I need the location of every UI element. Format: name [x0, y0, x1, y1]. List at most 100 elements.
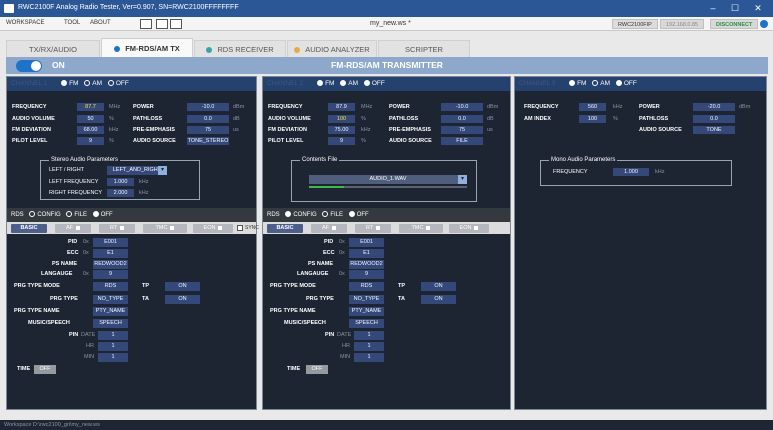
- rds-tab-rt[interactable]: RT: [355, 224, 391, 233]
- ta-toggle[interactable]: ON: [421, 295, 456, 304]
- pilot-level-input[interactable]: 9: [77, 137, 104, 145]
- toolbar-icon-1[interactable]: [140, 19, 152, 29]
- ta-toggle[interactable]: ON: [165, 295, 200, 304]
- prg-type-input[interactable]: NO_TYPE: [349, 295, 384, 304]
- tab-tx-rx-audio[interactable]: TX/RX/AUDIO: [6, 40, 100, 57]
- ecc-label: ECC: [323, 250, 335, 256]
- frequency-input[interactable]: 87.9: [328, 103, 355, 111]
- tab-rds-receiver[interactable]: RDS RECEIVER: [194, 40, 286, 57]
- music-speech-input[interactable]: SPEECH: [349, 319, 384, 328]
- audio-source-input[interactable]: FILE: [441, 137, 483, 145]
- time-toggle[interactable]: OFF: [34, 365, 56, 374]
- pre-emphasis-input[interactable]: 75: [187, 126, 229, 134]
- pid-input[interactable]: E001: [93, 238, 128, 247]
- rds-off-radio[interactable]: [348, 211, 355, 218]
- language-input[interactable]: 9: [93, 270, 128, 279]
- rds-file-radio[interactable]: [66, 211, 73, 218]
- tp-toggle[interactable]: ON: [165, 282, 200, 291]
- power-input[interactable]: -10.0: [187, 103, 229, 111]
- audio-volume-input[interactable]: 50: [77, 115, 104, 123]
- mode-am-radio[interactable]: [340, 80, 347, 87]
- pre-emphasis-input[interactable]: 75: [441, 126, 483, 134]
- ecc-hex-prefix: 0x: [83, 250, 89, 256]
- pin-date-input[interactable]: 1: [354, 331, 384, 340]
- audio-source-input[interactable]: TONE_STEREO: [187, 137, 229, 145]
- audio-file-select[interactable]: AUDIO_1.WAV ▾: [309, 175, 467, 184]
- pin-date-input[interactable]: 1: [98, 331, 128, 340]
- mode-am-radio[interactable]: [592, 80, 599, 87]
- pilot-level-input[interactable]: 9: [328, 137, 355, 145]
- tp-toggle[interactable]: ON: [421, 282, 456, 291]
- rds-config-radio[interactable]: [29, 211, 36, 218]
- tab-status-icon: [114, 46, 121, 53]
- left-frequency-input[interactable]: 1.000: [107, 178, 134, 186]
- pin-min-input[interactable]: 1: [98, 353, 128, 362]
- maximize-button[interactable]: ☐: [726, 2, 744, 15]
- power-input[interactable]: -10.0: [441, 103, 483, 111]
- mode-fm-radio[interactable]: [569, 80, 576, 87]
- rds-tab-eon[interactable]: EON: [193, 224, 233, 233]
- pin-min-input[interactable]: 1: [354, 353, 384, 362]
- pathloss-input[interactable]: 0.0: [693, 115, 735, 123]
- language-input[interactable]: 9: [349, 270, 384, 279]
- rds-tab-basic[interactable]: BASIC: [11, 224, 47, 233]
- sync-checkbox[interactable]: [237, 225, 243, 231]
- toolbar-icon-2[interactable]: [156, 19, 168, 29]
- rds-tab-tmc[interactable]: TMC: [399, 224, 443, 233]
- rds-tab-af[interactable]: AF: [311, 224, 347, 233]
- prg-type-name-input[interactable]: PTY_NAME: [93, 307, 128, 316]
- menu-tool[interactable]: TOOL: [64, 20, 80, 26]
- fm-deviation-input[interactable]: 68.00: [77, 126, 104, 134]
- rds-tab-rt[interactable]: RT: [99, 224, 135, 233]
- pin-hr-input[interactable]: 1: [98, 342, 128, 351]
- fm-deviation-input[interactable]: 75.00: [328, 126, 355, 134]
- am-index-input[interactable]: 100: [579, 115, 606, 123]
- disconnect-button[interactable]: DISCONNECT: [710, 19, 759, 29]
- rds-file-radio[interactable]: [322, 211, 329, 218]
- power-input[interactable]: -20.0: [693, 103, 735, 111]
- frequency-input[interactable]: 560: [579, 103, 606, 111]
- mode-off-radio[interactable]: [615, 80, 622, 87]
- pin-hr-input[interactable]: 1: [354, 342, 384, 351]
- rds-config-radio[interactable]: [285, 211, 292, 218]
- tab-fm-rds-am-tx[interactable]: FM-RDS/AM TX: [101, 38, 193, 57]
- frequency-input[interactable]: 87.7: [77, 103, 104, 111]
- mode-fm-radio[interactable]: [317, 80, 324, 87]
- prg-type-mode-label: PRG TYPE MODE: [270, 283, 316, 289]
- time-toggle[interactable]: OFF: [306, 365, 328, 374]
- tab-audio-analyzer[interactable]: AUDIO ANALYZER: [287, 40, 377, 57]
- right-frequency-input[interactable]: 2.000: [107, 189, 134, 197]
- close-button[interactable]: ✕: [749, 2, 767, 15]
- pid-input[interactable]: E001: [349, 238, 384, 247]
- left-right-select[interactable]: LEFT_AND_RIGHT ▾: [107, 166, 167, 175]
- minimize-button[interactable]: –: [704, 2, 722, 15]
- prg-type-mode-input[interactable]: RDS: [93, 282, 128, 291]
- prg-type-mode-input[interactable]: RDS: [349, 282, 384, 291]
- audio-source-input[interactable]: TONE: [693, 126, 735, 134]
- prg-type-name-input[interactable]: PTY_NAME: [349, 307, 384, 316]
- fm-deviation-label: FM DEVIATION: [12, 127, 52, 133]
- prg-type-input[interactable]: NO_TYPE: [93, 295, 128, 304]
- mode-fm-radio[interactable]: [61, 80, 68, 87]
- menu-about[interactable]: ABOUT: [90, 20, 111, 26]
- pathloss-input[interactable]: 0.0: [441, 115, 483, 123]
- ps-name-input[interactable]: REDWOOD2: [349, 260, 384, 269]
- mono-frequency-input[interactable]: 1.000: [613, 168, 649, 176]
- rds-off-radio[interactable]: [92, 211, 99, 218]
- rds-tab-eon[interactable]: EON: [449, 224, 489, 233]
- ps-name-input[interactable]: REDWOOD2: [93, 260, 128, 269]
- rds-tab-basic[interactable]: BASIC: [267, 224, 303, 233]
- mode-off-radio[interactable]: [363, 80, 370, 87]
- audio-volume-input[interactable]: 100: [328, 115, 355, 123]
- menu-workspace[interactable]: WORKSPACE: [6, 20, 45, 26]
- rds-tab-tmc[interactable]: TMC: [143, 224, 187, 233]
- ecc-input[interactable]: E1: [93, 249, 128, 258]
- toolbar-icon-3[interactable]: [170, 19, 182, 29]
- pathloss-input[interactable]: 0.0: [187, 115, 229, 123]
- rds-tab-af[interactable]: AF: [55, 224, 91, 233]
- mode-off-radio[interactable]: [107, 80, 114, 87]
- music-speech-input[interactable]: SPEECH: [93, 319, 128, 328]
- tab-scripter[interactable]: SCRIPTER: [378, 40, 470, 57]
- mode-am-radio[interactable]: [84, 80, 91, 87]
- ecc-input[interactable]: E1: [349, 249, 384, 258]
